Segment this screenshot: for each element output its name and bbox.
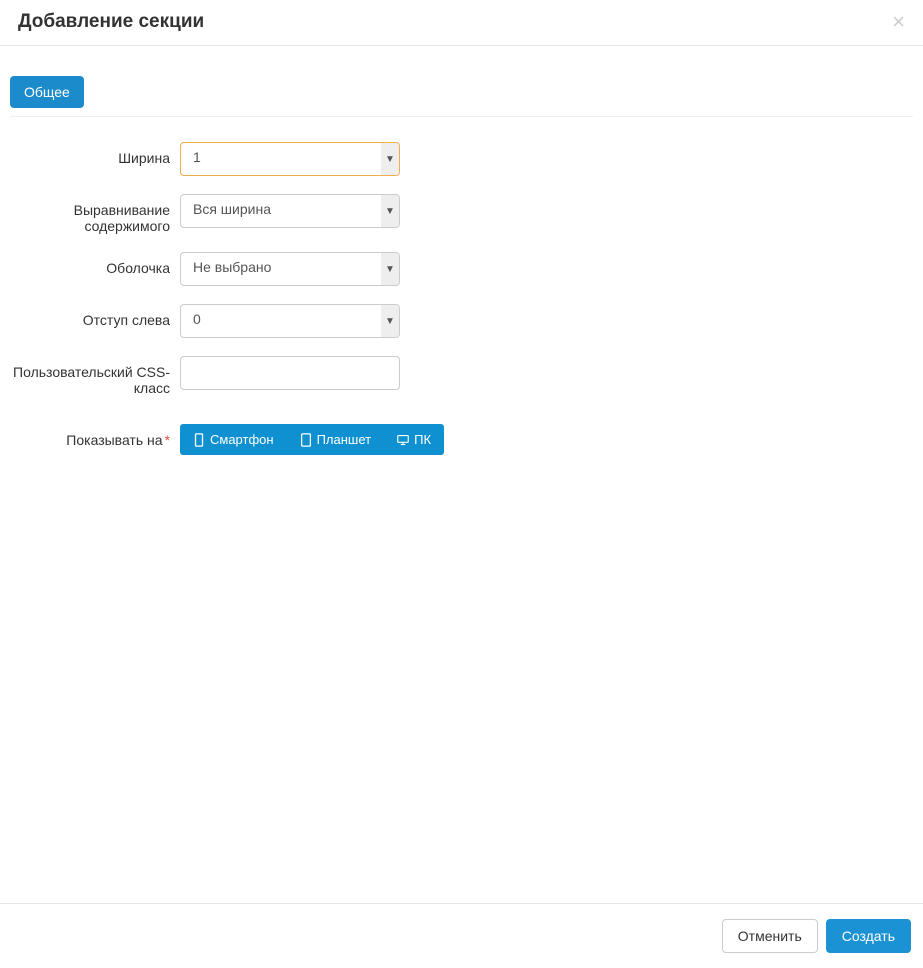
smartphone-icon	[193, 433, 205, 447]
select-wrapper-wrap: Не выбрано ▼	[180, 252, 400, 286]
select-width-wrap: 1 ▼	[180, 142, 400, 176]
row-wrapper: Оболочка Не выбрано ▼	[10, 252, 913, 286]
create-button[interactable]: Создать	[826, 919, 911, 953]
label-show-on: Показывать на*	[10, 424, 180, 448]
select-wrapper[interactable]: Не выбрано	[180, 252, 400, 286]
input-css-class[interactable]	[180, 356, 400, 390]
device-tablet-label: Планшет	[317, 432, 372, 447]
tabs: Общее	[10, 56, 913, 117]
row-width: Ширина 1 ▼	[10, 142, 913, 176]
row-css: Пользовательский CSS-класс	[10, 356, 913, 396]
select-width[interactable]: 1	[180, 142, 400, 176]
select-align[interactable]: Вся ширина	[180, 194, 400, 228]
label-css: Пользовательский CSS-класс	[10, 356, 180, 396]
close-icon[interactable]: ×	[892, 11, 905, 33]
row-show-on: Показывать на* Смартфон Планшет ПК	[10, 424, 913, 455]
desktop-icon	[397, 433, 409, 447]
device-phone-button[interactable]: Смартфон	[180, 424, 287, 455]
device-tablet-button[interactable]: Планшет	[287, 424, 385, 455]
label-width: Ширина	[10, 142, 180, 166]
row-offset: Отступ слева 0 ▼	[10, 304, 913, 338]
device-pc-label: ПК	[414, 432, 431, 447]
required-marker: *	[165, 432, 170, 448]
label-align: Выравнивание содержимого	[10, 194, 180, 234]
device-phone-label: Смартфон	[210, 432, 274, 447]
modal-footer: Отменить Создать	[0, 903, 923, 968]
modal-header: Добавление секции ×	[0, 0, 923, 46]
label-offset: Отступ слева	[10, 304, 180, 328]
cancel-button[interactable]: Отменить	[722, 919, 818, 953]
modal-body: Общее Ширина 1 ▼ Выравнивание содержимог…	[0, 46, 923, 483]
select-offset-wrap: 0 ▼	[180, 304, 400, 338]
select-align-wrap: Вся ширина ▼	[180, 194, 400, 228]
device-button-group: Смартфон Планшет ПК	[180, 424, 444, 455]
form-section: Ширина 1 ▼ Выравнивание содержимого Вся …	[10, 117, 913, 455]
modal-title: Добавление секции	[18, 11, 204, 33]
label-wrapper: Оболочка	[10, 252, 180, 276]
label-show-on-text: Показывать на	[66, 432, 162, 448]
device-pc-button[interactable]: ПК	[384, 424, 444, 455]
row-align: Выравнивание содержимого Вся ширина ▼	[10, 194, 913, 234]
select-offset[interactable]: 0	[180, 304, 400, 338]
tablet-icon	[300, 433, 312, 447]
tab-general[interactable]: Общее	[10, 76, 84, 108]
